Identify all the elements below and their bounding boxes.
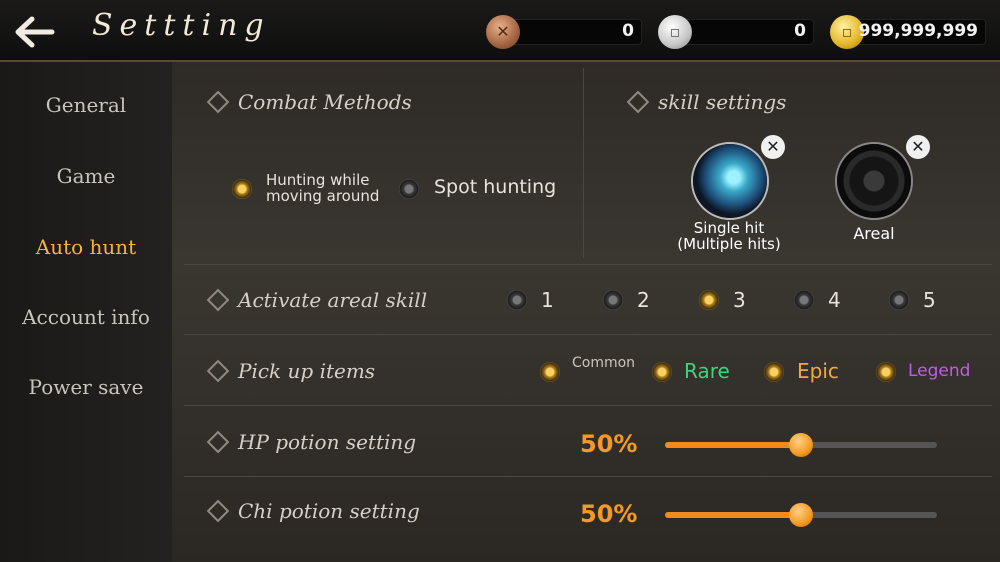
radio-hunting-moving[interactable] [232,179,252,199]
auto-hunt-panel: Combat Methods Hunting while moving arou… [172,62,1000,562]
combat-methods-title: Combat Methods [206,90,412,114]
back-button[interactable] [8,10,58,54]
areal-5-label: 5 [923,288,936,312]
hp-slider-fill [665,442,801,448]
pick-up-items-title: Pick up items [206,359,375,383]
radio-areal-1[interactable] [507,290,527,310]
pickup-rare-label: Rare [684,359,730,383]
radio-spot-hunting[interactable] [399,179,419,199]
areal-4-label: 4 [828,288,841,312]
row-divider [184,476,992,477]
areal-1-label: 1 [541,288,554,312]
diamond-bullet-icon [206,90,230,113]
areal-label: Areal [853,224,895,243]
areal-2-label: 2 [637,288,650,312]
skill-settings-title: skill settings [626,90,786,114]
silver-coin-icon: ▫ [658,15,692,49]
diamond-bullet-icon [206,430,230,453]
radio-areal-4[interactable] [794,290,814,310]
sidebar-item-game[interactable]: Game [0,151,172,201]
row-divider [184,264,992,265]
radio-areal-2[interactable] [603,290,623,310]
chi-potion-slider[interactable] [665,503,937,527]
chi-slider-fill [665,512,801,518]
radio-pickup-rare[interactable] [652,362,672,382]
silver-amount: 0 [794,21,806,41]
page-title: Settting [92,8,271,43]
row-divider [184,405,992,406]
radio-areal-5[interactable] [889,290,909,310]
sidebar-item-account-info[interactable]: Account info [0,292,172,342]
close-icon[interactable]: ✕ [906,135,930,159]
chi-potion-value: 50% [580,500,638,528]
copper-amount: 0 [622,21,634,41]
activate-areal-title: Activate areal skill [206,288,427,312]
currency-copper: ✕ 0 [486,15,642,49]
copper-token-icon: ✕ [486,15,520,49]
hunting-moving-label: Hunting while moving around [266,171,380,205]
diamond-bullet-icon [626,90,650,113]
chi-slider-handle[interactable] [789,503,813,527]
areal-3-label: 3 [733,288,746,312]
diamond-bullet-icon [206,499,230,522]
section-divider [583,68,584,258]
areal-skill-icon[interactable] [837,144,911,218]
hp-potion-slider[interactable] [665,433,937,457]
blade-skill-icon[interactable] [693,144,767,218]
currency-gold: ▫ 999,999,999 [830,15,986,49]
hp-potion-title: HP potion setting [206,430,416,454]
sidebar-item-label: Auto hunt [35,235,137,259]
single-hit-label: Single hit (Multiple hits) [677,219,781,253]
row-divider [184,334,992,335]
radio-pickup-common[interactable] [540,362,560,382]
radio-pickup-epic[interactable] [764,362,784,382]
pickup-common-label: Common [572,355,636,371]
back-arrow-icon [15,16,55,48]
hp-slider-handle[interactable] [789,433,813,457]
pickup-epic-label: Epic [797,359,839,383]
settings-sidebar: General Game Auto hunt Account info Powe… [0,62,180,562]
chi-potion-title: Chi potion setting [206,499,420,523]
top-bar: Settting ✕ 0 ▫ 0 ▫ 999,999,999 [0,0,1000,62]
diamond-bullet-icon [206,359,230,382]
sidebar-item-auto-hunt[interactable]: Auto hunt [0,222,180,272]
gold-amount: 999,999,999 [858,21,978,41]
hp-potion-value: 50% [580,430,638,458]
radio-areal-3[interactable] [699,290,719,310]
spot-hunting-label: Spot hunting [434,176,557,198]
close-icon[interactable]: ✕ [761,135,785,159]
radio-pickup-legend[interactable] [876,362,896,382]
currency-silver: ▫ 0 [658,15,814,49]
sidebar-item-general[interactable]: General [0,80,172,130]
sidebar-item-power-save[interactable]: Power save [0,362,172,412]
diamond-bullet-icon [206,288,230,311]
pickup-legend-label: Legend [908,361,971,381]
